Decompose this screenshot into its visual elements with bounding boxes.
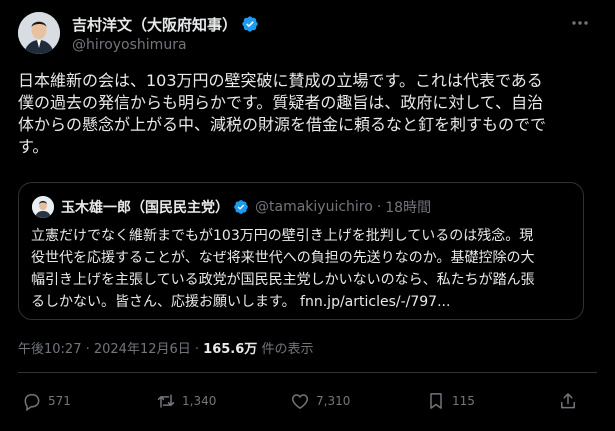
share-button[interactable] [558,386,578,416]
quoted-header: 玉木雄一郎（国民民主党） @tamakiyuichiro · 18時間 [61,196,431,218]
author-handle[interactable]: @hiroyoshimura [72,37,187,53]
reply-count: 571 [48,394,71,408]
divider [18,372,597,373]
tweet: 吉村洋文（大阪府知事） @hiroyoshimura 日本維新の会は、103万円… [0,0,615,431]
tweet-meta: 午後10:27 · 2024年12月6日 · 165.6万 件の表示 [18,338,313,357]
action-bar: 571 1,340 7,310 115 [18,386,597,416]
verified-badge-icon [242,16,258,32]
author-name-row: 吉村洋文（大阪府知事） [72,13,259,35]
timestamp[interactable]: 午後10:27 · 2024年12月6日 · [18,342,199,357]
like-button[interactable]: 7,310 [290,386,350,416]
bookmark-button[interactable]: 115 [426,386,475,416]
tweet-text: 日本維新の会は、103万円の壁突破に賛成の立場です。これは代表である 僕の過去の… [18,71,547,156]
quoted-handle: @tamakiyuichiro [255,199,373,215]
like-count: 7,310 [316,394,351,408]
quoted-display-name: 玉木雄一郎（国民民主党） [61,200,229,216]
repost-icon [157,394,175,408]
views-label: 件の表示 [261,342,314,357]
quoted-time: 18時間 [385,200,432,216]
reply-icon [24,394,40,411]
quoted-text: 立憲だけでなく維新までもが103万円の壁引き上げを批判しているのは残念。現 役世… [31,228,535,310]
quoted-avatar[interactable] [32,196,54,218]
separator-dot: · [376,199,382,215]
bookmark-count: 115 [452,394,475,408]
quoted-tweet[interactable]: 玉木雄一郎（国民民主党） @tamakiyuichiro · 18時間 立憲だけ… [18,182,584,320]
views-count: 165.6万 [203,342,258,357]
avatar[interactable] [18,12,60,54]
more-options-icon[interactable] [567,10,593,36]
repost-count: 1,340 [182,394,217,408]
reply-button[interactable]: 571 [22,386,71,416]
repost-button[interactable]: 1,340 [156,386,216,416]
author-display-name[interactable]: 吉村洋文（大阪府知事） [72,14,237,35]
share-icon [561,393,575,409]
bookmark-icon [430,393,442,409]
like-icon [291,394,309,409]
verified-badge-icon [234,200,248,214]
